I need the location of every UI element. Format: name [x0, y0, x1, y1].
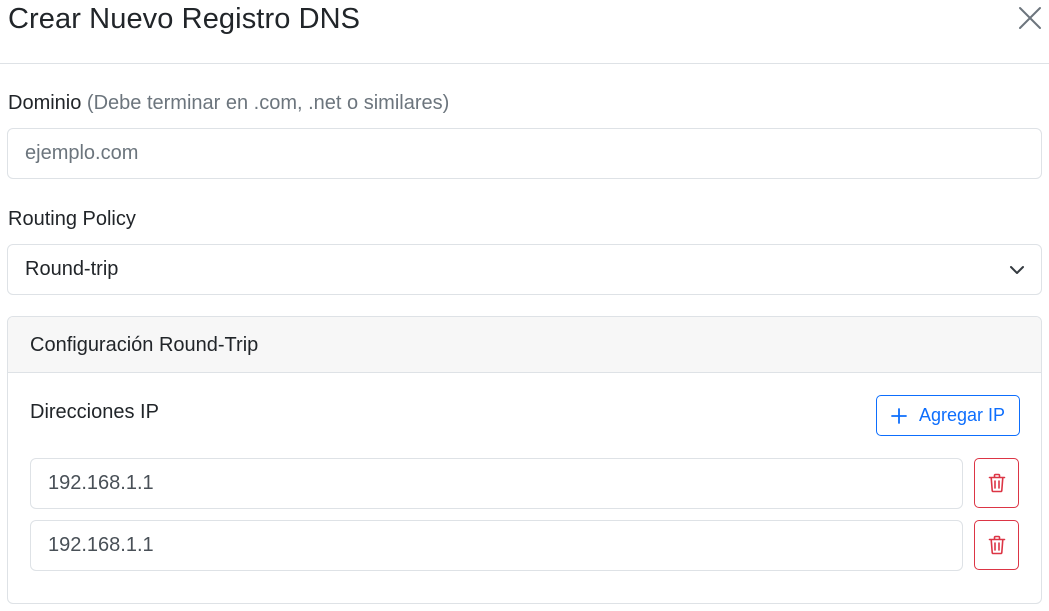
- modal-header: Crear Nuevo Registro DNS: [0, 0, 1049, 64]
- card-header: Configuración Round-Trip: [8, 317, 1041, 373]
- routing-policy-value: Round-trip: [25, 258, 119, 280]
- trash-icon: [988, 535, 1005, 555]
- ip-addresses-label: Direcciones IP: [30, 401, 159, 423]
- modal-title: Crear Nuevo Registro DNS: [8, 3, 361, 35]
- domain-label: Dominio (Debe terminar en .com, .net o s…: [8, 90, 449, 116]
- domain-input-placeholder: ejemplo.com: [25, 142, 139, 164]
- close-button[interactable]: [1015, 3, 1045, 33]
- delete-ip-button-1[interactable]: [974, 458, 1019, 508]
- ip-input-1[interactable]: 192.168.1.1: [30, 458, 963, 509]
- chevron-down-icon: [1010, 266, 1024, 274]
- domain-label-text: Dominio: [8, 92, 82, 114]
- close-icon: [1019, 7, 1041, 29]
- add-ip-button-label: Agregar IP: [919, 405, 1006, 425]
- add-ip-button[interactable]: Agregar IP: [876, 395, 1020, 436]
- plus-icon: [891, 407, 907, 424]
- delete-ip-button-2[interactable]: [974, 520, 1019, 570]
- routing-policy-label: Routing Policy: [8, 208, 136, 230]
- domain-hint: (Debe terminar en .com, .net o similares…: [86, 92, 450, 114]
- domain-input[interactable]: ejemplo.com: [7, 128, 1042, 179]
- create-dns-record-modal: Crear Nuevo Registro DNS Dominio (Debe t…: [0, 0, 1049, 611]
- ip-input-2[interactable]: 192.168.1.1: [30, 520, 963, 571]
- ip-input-1-value: 192.168.1.1: [48, 472, 154, 494]
- ip-input-2-value: 192.168.1.1: [48, 534, 154, 556]
- round-trip-config-card: Configuración Round-Trip Direcciones IP …: [7, 316, 1042, 604]
- trash-icon: [988, 473, 1005, 493]
- routing-policy-select[interactable]: Round-trip: [7, 244, 1042, 295]
